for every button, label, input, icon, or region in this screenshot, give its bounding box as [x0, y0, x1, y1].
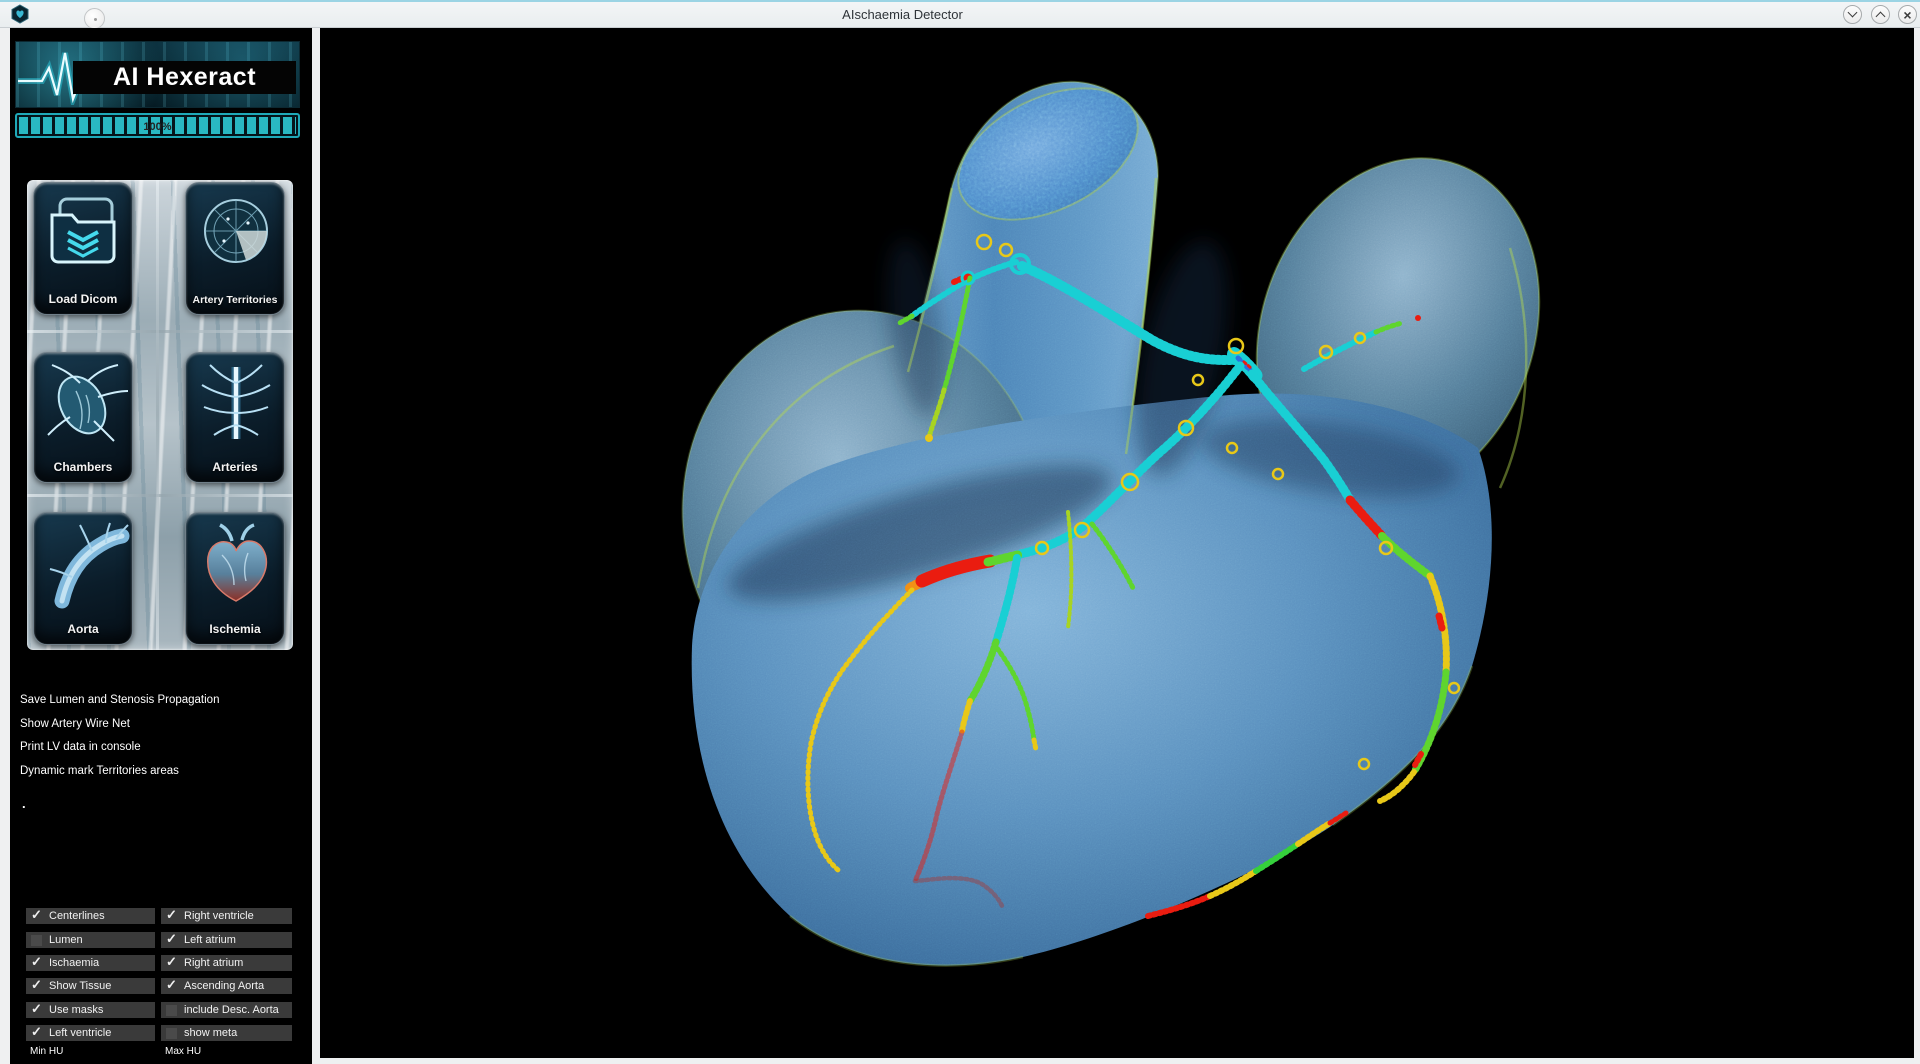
checkbox-box: ✓ [31, 958, 42, 969]
chambers-icon [36, 355, 132, 453]
close-button[interactable]: × [1898, 5, 1917, 24]
sidebar: AI Hexeract 100% Load Dicom [10, 28, 312, 1064]
checkbox-label: Use masks [49, 1004, 103, 1016]
checkbox-label: Left atrium [184, 934, 236, 946]
arteries-icon [188, 355, 284, 453]
panel-separator [312, 28, 320, 1064]
checkbox-label: Lumen [49, 934, 83, 946]
app-window: AIschaemia Detector × AI Hexeract 100% [0, 0, 1920, 1064]
panel-seam [27, 330, 293, 333]
logo-text: AI Hexeract [113, 63, 256, 92]
tile-label: Aorta [34, 622, 132, 636]
checkbox-box [166, 1005, 177, 1016]
checkbox-label: Ischaemia [49, 957, 99, 969]
checkbox-box [31, 935, 42, 946]
check-icon: ✓ [166, 977, 177, 993]
link-dynamic-mark-territories[interactable]: Dynamic mark Territories areas [20, 765, 179, 777]
link-show-artery-wire-net[interactable]: Show Artery Wire Net [20, 718, 130, 730]
artery-territories-icon [188, 185, 284, 285]
checkbox-left-atrium[interactable]: ✓ Left atrium [161, 932, 292, 948]
check-icon: ✓ [31, 1024, 42, 1040]
tile-label: Chambers [34, 460, 132, 474]
checkbox-lumen[interactable]: Lumen [26, 932, 155, 948]
render-viewport[interactable] [320, 28, 1914, 1058]
link-print-lv-data[interactable]: Print LV data in console [20, 741, 141, 753]
checkbox-label: show meta [184, 1027, 237, 1039]
check-icon: ✓ [31, 954, 42, 970]
chambers-button[interactable]: Chambers [33, 352, 133, 483]
window-title: AIschaemia Detector [760, 2, 1045, 28]
checkbox-label: Ascending Aorta [184, 980, 264, 992]
checkbox-label: Right ventricle [184, 910, 254, 922]
panel-seam [27, 494, 293, 497]
tile-label: Load Dicom [34, 292, 132, 306]
checkbox-box: ✓ [31, 981, 42, 992]
checkbox-ischaemia[interactable]: ✓ Ischaemia [26, 955, 155, 971]
chevron-up-icon [1876, 12, 1886, 22]
dot-item[interactable]: . [22, 796, 26, 811]
checkbox-box: ✓ [166, 911, 177, 922]
window-border-left [0, 28, 10, 1064]
checkbox-label: Centerlines [49, 910, 105, 922]
window-border-right [1914, 28, 1920, 1064]
check-icon: ✓ [166, 931, 177, 947]
ischemia-button[interactable]: Ischemia [185, 512, 285, 645]
checkbox-show-meta[interactable]: show meta [161, 1025, 292, 1041]
aorta-icon [36, 515, 132, 615]
window-border-bottom [320, 1058, 1914, 1064]
checkbox-label: Right atrium [184, 957, 243, 969]
checkbox-box: ✓ [31, 1028, 42, 1039]
heart-volume [656, 62, 1586, 988]
checkbox-box: ✓ [166, 935, 177, 946]
checkbox-label: Left ventricle [49, 1027, 111, 1039]
progress-bar: 100% [15, 113, 300, 138]
progress-value: 100% [17, 117, 298, 138]
tile-label: Arteries [186, 460, 284, 474]
heart-3d-render [320, 28, 1914, 1058]
arteries-button[interactable]: Arteries [185, 352, 285, 483]
checkbox-right-ventricle[interactable]: ✓ Right ventricle [161, 908, 292, 924]
link-save-lumen-stenosis[interactable]: Save Lumen and Stenosis Propagation [20, 694, 219, 706]
cross-icon: × [1903, 8, 1911, 22]
logo-banner: AI Hexeract [15, 41, 300, 108]
panel-seam [156, 180, 159, 650]
min-hu-label: Min HU [30, 1046, 63, 1057]
check-icon: ✓ [31, 1001, 42, 1017]
max-hu-label: Max HU [165, 1046, 201, 1057]
logo-text-band: AI Hexeract [73, 61, 296, 94]
checkbox-box: ✓ [31, 1005, 42, 1016]
dot-circle-icon [94, 18, 97, 21]
load-dicom-icon [36, 185, 132, 285]
checkbox-label: include Desc. Aorta [184, 1004, 279, 1016]
ischemia-icon [188, 515, 284, 615]
checkbox-box: ✓ [166, 958, 177, 969]
check-icon: ✓ [166, 907, 177, 923]
checkbox-use-masks[interactable]: ✓ Use masks [26, 1002, 155, 1018]
aorta-button[interactable]: Aorta [33, 512, 133, 645]
checkbox-box [166, 1028, 177, 1039]
checkbox-show-tissue[interactable]: ✓ Show Tissue [26, 978, 155, 994]
tile-panel: Load Dicom Artery Territories [27, 180, 293, 650]
artery-territories-button[interactable]: Artery Territories [185, 182, 285, 315]
maximize-button[interactable] [1871, 5, 1890, 24]
tile-label: Artery Territories [186, 294, 284, 306]
checkbox-right-atrium[interactable]: ✓ Right atrium [161, 955, 292, 971]
chevron-down-icon [1848, 8, 1858, 18]
checkbox-include-desc-aorta[interactable]: include Desc. Aorta [161, 1002, 292, 1018]
checkbox-box: ✓ [166, 981, 177, 992]
checkbox-centerlines[interactable]: ✓ Centerlines [26, 908, 155, 924]
check-icon: ✓ [31, 907, 42, 923]
check-icon: ✓ [31, 977, 42, 993]
checkbox-ascending-aorta[interactable]: ✓ Ascending Aorta [161, 978, 292, 994]
app-icon [10, 4, 30, 24]
titlebar-menu-button[interactable] [84, 8, 105, 29]
check-icon: ✓ [166, 954, 177, 970]
checkbox-label: Show Tissue [49, 980, 111, 992]
load-dicom-button[interactable]: Load Dicom [33, 182, 133, 315]
checkbox-box: ✓ [31, 911, 42, 922]
titlebar: AIschaemia Detector × [0, 0, 1920, 28]
tile-label: Ischemia [186, 622, 284, 636]
minimize-button[interactable] [1843, 5, 1862, 24]
checkbox-left-ventricle[interactable]: ✓ Left ventricle [26, 1025, 155, 1041]
